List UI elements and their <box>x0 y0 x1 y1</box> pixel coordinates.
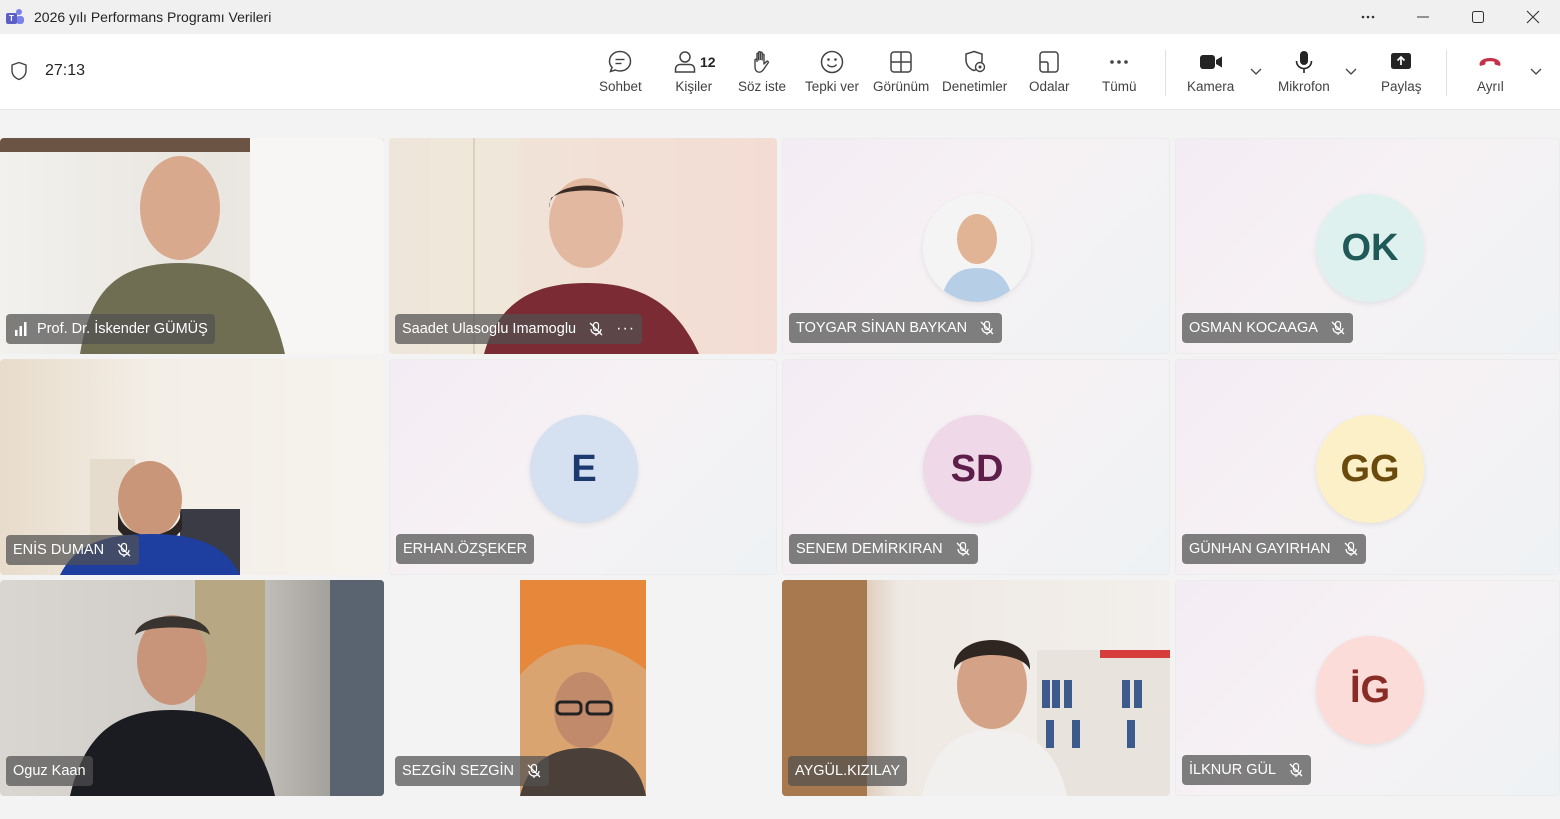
minimize-icon[interactable] <box>1395 0 1450 34</box>
smiley-icon <box>820 50 844 74</box>
initials-avatar: GG <box>1316 415 1424 523</box>
shield-settings-icon <box>964 50 985 73</box>
participant-name-tag: GÜNHAN GAYIRHAN <box>1182 534 1366 564</box>
muted-mic-icon <box>980 320 994 335</box>
people-button[interactable]: 12 Kişiler <box>672 46 716 94</box>
participant-tile[interactable]: GG GÜNHAN GAYIRHAN <box>1175 359 1560 575</box>
react-button[interactable]: Tepki ver <box>805 46 859 94</box>
microphone-button[interactable]: Mikrofon <box>1278 46 1330 94</box>
participant-name-tag: AYGÜL.KIZILAY <box>788 756 908 786</box>
participant-tile[interactable]: Saadet Ulasoglu Imamoglu ··· <box>389 138 777 354</box>
participant-tile[interactable]: Oguz Kaan <box>0 580 384 796</box>
shield-icon <box>11 61 27 81</box>
title-bar: T 2026 yılı Performans Programı Verileri <box>0 0 1560 34</box>
participant-name-tag: Oguz Kaan <box>6 756 93 786</box>
participant-tile[interactable]: AYGÜL.KIZILAY <box>782 580 1170 796</box>
participant-name-tag: Saadet Ulasoglu Imamoglu ··· <box>395 314 643 344</box>
view-button[interactable]: Görünüm <box>873 46 929 94</box>
more-options-icon[interactable] <box>1340 0 1395 34</box>
share-screen-icon <box>1391 53 1412 69</box>
window-title: 2026 yılı Performans Programı Verileri <box>34 9 272 25</box>
toolbar-divider <box>1446 50 1447 96</box>
controls-button[interactable]: Denetimler <box>942 46 1007 94</box>
participant-name-tag: TOYGAR SİNAN BAYKAN <box>789 313 1003 343</box>
muted-mic-icon <box>1331 320 1345 335</box>
microphone-options-chevron-icon[interactable] <box>1344 64 1358 78</box>
toolbar-divider <box>1165 50 1166 96</box>
leave-button[interactable]: Ayrıl <box>1477 46 1504 94</box>
participant-more-icon[interactable]: ··· <box>616 320 635 338</box>
initials-avatar: E <box>530 415 638 523</box>
initials-avatar: İG <box>1316 636 1424 744</box>
speaking-indicator-icon <box>15 322 27 336</box>
meeting-toolbar: 27:13 Sohbet 12 Kişiler Söz iste Tepki v… <box>0 34 1560 110</box>
camera-options-chevron-icon[interactable] <box>1249 64 1263 78</box>
muted-mic-icon <box>1289 762 1303 777</box>
initials-avatar: SD <box>923 415 1031 523</box>
participant-tile[interactable]: OK OSMAN KOCAAGA <box>1175 138 1560 354</box>
chat-button[interactable]: Sohbet <box>599 46 642 94</box>
grid-view-icon <box>890 51 912 73</box>
participant-name-tag: İLKNUR GÜL <box>1182 755 1312 785</box>
camera-button[interactable]: Kamera <box>1187 46 1234 94</box>
video-camera-icon <box>1199 55 1222 69</box>
share-button[interactable]: Paylaş <box>1381 46 1422 94</box>
more-icon <box>1110 60 1129 64</box>
participant-name-tag: ERHAN.ÖZŞEKER <box>396 534 535 564</box>
participant-name-tag: Prof. Dr. İskender GÜMÜŞ <box>6 314 215 344</box>
participant-tile[interactable]: İG İLKNUR GÜL <box>1175 580 1560 796</box>
muted-mic-icon <box>956 541 970 556</box>
rooms-button[interactable]: Odalar <box>1029 46 1070 94</box>
participant-tile[interactable]: ENİS DUMAN <box>0 359 384 575</box>
initials-avatar: OK <box>1316 194 1424 302</box>
people-count: 12 <box>700 54 716 70</box>
raise-hand-icon <box>754 51 770 73</box>
participant-name-tag: SEZGİN SEZGİN <box>395 756 549 786</box>
meeting-timer: 27:13 <box>10 61 85 81</box>
muted-mic-icon <box>117 542 131 557</box>
participant-name-tag: SENEM DEMİRKIRAN <box>789 534 978 564</box>
leave-options-chevron-icon[interactable] <box>1529 64 1543 78</box>
participant-tile[interactable]: TOYGAR SİNAN BAYKAN <box>782 138 1170 354</box>
participant-name-tag: ENİS DUMAN <box>6 535 140 565</box>
chat-icon <box>609 50 632 73</box>
participant-tile[interactable]: E ERHAN.ÖZŞEKER <box>389 359 777 575</box>
participant-name-tag: OSMAN KOCAAGA <box>1182 313 1353 343</box>
muted-mic-icon <box>527 763 541 778</box>
people-icon <box>674 51 696 73</box>
participant-tile[interactable]: SD SENEM DEMİRKIRAN <box>782 359 1170 575</box>
rooms-icon <box>1039 51 1060 73</box>
close-icon[interactable] <box>1505 0 1560 34</box>
participant-tile[interactable]: Prof. Dr. İskender GÜMÜŞ <box>0 138 384 354</box>
participant-tile[interactable]: SEZGİN SEZGİN <box>389 580 777 796</box>
maximize-icon[interactable] <box>1450 0 1505 34</box>
muted-mic-icon <box>1344 541 1357 556</box>
more-button[interactable]: Tümü <box>1102 46 1137 94</box>
muted-mic-icon <box>589 321 603 336</box>
hang-up-icon <box>1479 58 1501 66</box>
profile-photo-avatar <box>923 194 1031 302</box>
microphone-icon <box>1295 51 1313 73</box>
timer-text: 27:13 <box>45 62 86 79</box>
teams-logo-icon: T <box>6 8 24 26</box>
raise-hand-button[interactable]: Söz iste <box>738 46 786 94</box>
